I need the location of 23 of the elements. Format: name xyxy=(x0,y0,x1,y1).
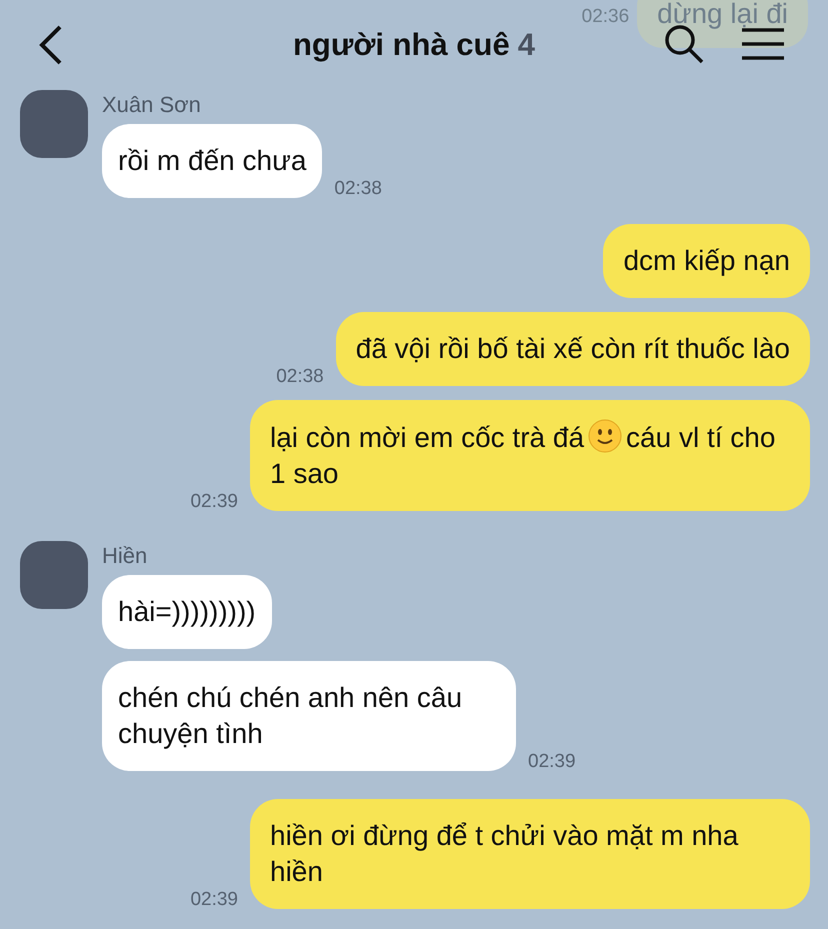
message-time: 02:38 xyxy=(334,178,382,200)
message-time: 02:39 xyxy=(190,889,238,911)
smiley-icon xyxy=(588,419,622,453)
message-time: 02:38 xyxy=(276,366,324,388)
back-icon[interactable] xyxy=(38,24,64,66)
message-bubble: dừng lại đi xyxy=(637,0,808,48)
member-count: 4 xyxy=(518,27,535,63)
message-time: 02:39 xyxy=(528,751,576,773)
message-bubble: rồi m đến chưa xyxy=(102,124,322,198)
message-text: lại còn mời em cốc trà đá cáu vl tí cho 1 sao xyxy=(270,422,776,489)
message-time: 02:36 xyxy=(582,6,630,28)
avatar-photo[interactable] xyxy=(20,90,88,158)
menu-icon[interactable] xyxy=(742,28,784,60)
message-bubble: chén chú chén anh nên câu chuyện tình xyxy=(102,661,516,771)
chat-title: người nhà cuê xyxy=(293,27,510,63)
message-bubble: dcm kiếp nạn xyxy=(603,224,810,298)
message-time: 02:39 xyxy=(190,491,238,513)
sender-name: Xuân Sơn xyxy=(102,92,201,118)
sender-name: Hiền xyxy=(102,543,148,569)
message-bubble: đã vội rồi bố tài xế còn rít thuốc lào xyxy=(336,312,810,386)
message-bubble: hài=))))))))) xyxy=(102,575,272,649)
avatar-photo[interactable] xyxy=(20,541,88,609)
message-bubble: hiền ơi đừng để t chửi vào mặt m nha hiền xyxy=(250,799,810,909)
